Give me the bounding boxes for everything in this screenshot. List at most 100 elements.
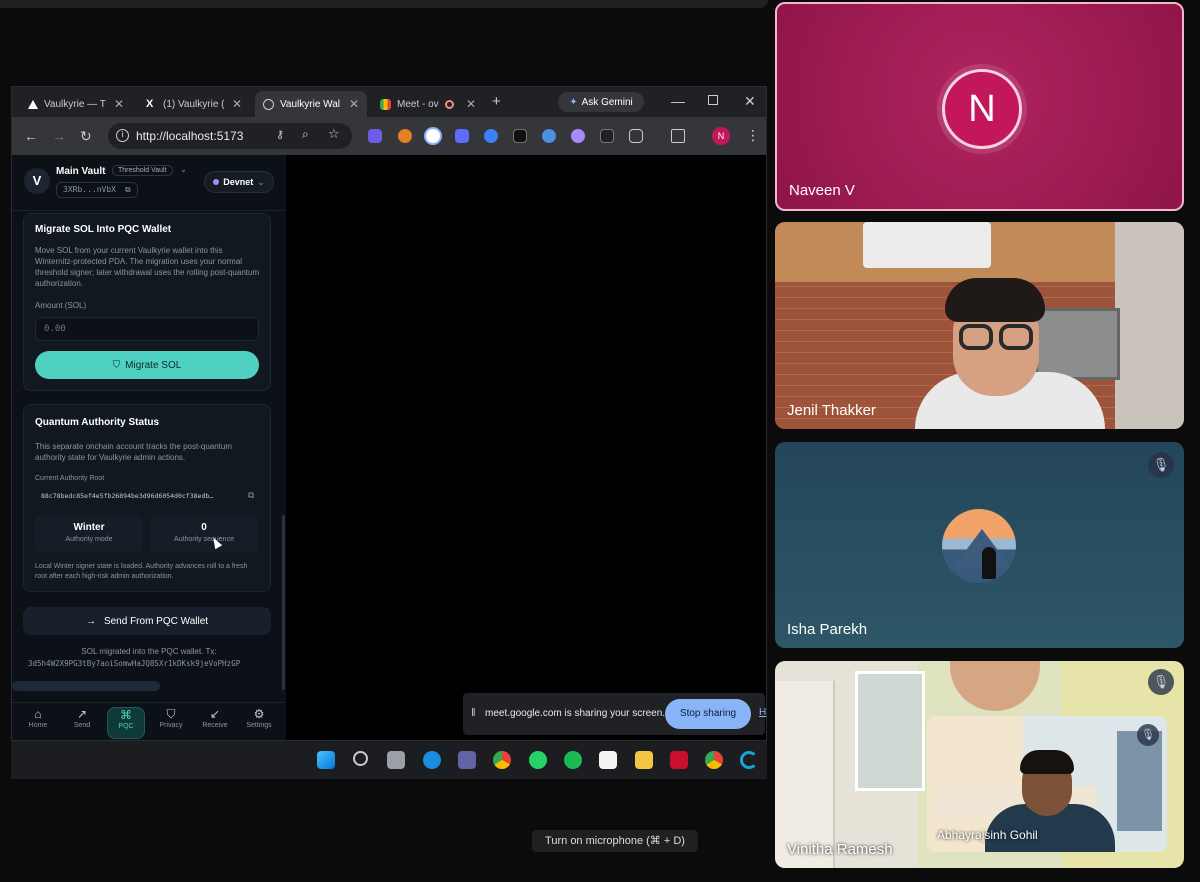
extension-icon[interactable]	[542, 129, 556, 143]
vault-name[interactable]: Main Vault	[56, 166, 105, 177]
close-icon[interactable]: ✕	[349, 97, 359, 111]
menu-dots-icon[interactable]: ⋮	[746, 127, 760, 144]
nav-pqc[interactable]: ⌘ PQC	[107, 707, 145, 739]
new-tab-button[interactable]: +	[492, 93, 501, 110]
chrome-icon[interactable]	[705, 751, 723, 769]
nav-privacy[interactable]: ⛉ Privacy	[152, 707, 190, 739]
air-conditioner	[863, 222, 991, 268]
extension-icon[interactable]	[571, 129, 585, 143]
teams-icon[interactable]	[458, 751, 476, 769]
extension-icon[interactable]	[455, 129, 469, 143]
windows-start-icon[interactable]	[317, 751, 335, 769]
forward-arrow-icon[interactable]: →	[52, 128, 66, 144]
authority-card: Quantum Authority Status This separate o…	[23, 404, 271, 592]
minimize-button[interactable]: —	[671, 93, 685, 109]
copy-icon[interactable]: ⧉	[125, 185, 131, 194]
extension-a-icon[interactable]	[368, 129, 382, 143]
send-arrow-icon: ↗	[76, 707, 88, 721]
extension-icon[interactable]	[513, 129, 527, 143]
nav-send[interactable]: ↗ Send	[63, 707, 101, 739]
split-view-icon[interactable]	[671, 129, 685, 143]
site-info-icon[interactable]: i	[116, 129, 129, 142]
task-view-icon[interactable]	[387, 751, 405, 769]
extension-icon[interactable]	[600, 129, 614, 143]
mcafee-icon[interactable]	[670, 751, 688, 769]
puzzle-extensions-icon[interactable]	[629, 129, 643, 143]
close-icon[interactable]: ✕	[114, 97, 124, 111]
participant-tile-isha[interactable]: 🎙 Isha Parekh	[775, 442, 1184, 648]
profile-avatar[interactable]: N	[712, 127, 730, 145]
nav-label: Settings	[246, 722, 272, 729]
copy-icon[interactable]: ⧉	[248, 490, 254, 501]
hide-button[interactable]: H	[759, 707, 766, 718]
glasses-left	[959, 324, 993, 350]
horizontal-scrollbar[interactable]	[12, 681, 160, 691]
maximize-button[interactable]	[708, 95, 718, 105]
whatsapp-icon[interactable]	[529, 751, 547, 769]
nav-settings[interactable]: ⚙ Settings	[240, 707, 278, 739]
tab-vaulkyrie-wallet[interactable]: Vaulkyrie Wal ✕	[255, 91, 367, 117]
tab-meet[interactable]: Meet - ov ✕	[372, 91, 484, 117]
nav-home[interactable]: ⌂ Home	[19, 707, 57, 739]
app-icon[interactable]	[740, 751, 758, 769]
nav-label: Receive	[202, 722, 228, 729]
chevron-down-icon[interactable]: ⌄	[180, 165, 187, 174]
authority-sequence-box: 0 Authority sequence	[149, 516, 259, 552]
tab-vaulkyrie-x[interactable]: X (1) Vaulkyrie ( ✕	[138, 91, 250, 117]
stop-sharing-button[interactable]: Stop sharing	[665, 699, 751, 729]
gear-icon: ⚙	[253, 707, 265, 721]
amount-input[interactable]	[35, 317, 259, 341]
vault-address: 3XRb...nVbX	[63, 185, 116, 194]
bookmark-star-icon[interactable]: ☆	[328, 126, 340, 142]
fox-extension-icon[interactable]	[398, 129, 412, 143]
network-selector[interactable]: Devnet ⌄	[204, 171, 274, 193]
back-arrow-icon[interactable]: ←	[24, 128, 38, 144]
nav-receive[interactable]: ↙ Receive	[196, 707, 234, 739]
meet-icon	[380, 98, 391, 110]
url-field[interactable]: i http://localhost:5173 ⚷ ⌕ ☆	[108, 123, 352, 149]
vault-address-chip[interactable]: 3XRb...nVbX ⧉	[56, 182, 138, 198]
ask-gemini-button[interactable]: ✦ Ask Gemini	[558, 92, 644, 112]
pause-icon[interactable]: ‖	[471, 707, 476, 719]
vaulkyrie-app: V Main Vault Threshold Vault ⌄ 3XRb...nV…	[12, 155, 286, 740]
participant-tile-jenil[interactable]: Jenil Thakker	[775, 222, 1184, 429]
close-window-button[interactable]: ✕	[744, 93, 756, 110]
office-window	[1117, 731, 1162, 831]
send-from-pqc-button[interactable]: → Send From PQC Wallet	[23, 607, 271, 635]
authority-root-label: Current Authority Root	[35, 475, 105, 482]
silhouette-shape	[982, 547, 996, 579]
chevron-down-icon: ⌄	[257, 176, 265, 187]
edge-icon[interactable]	[423, 751, 441, 769]
authority-note: Local Winter signer state is loaded. Aut…	[35, 563, 248, 580]
key-icon[interactable]: ⚷	[276, 128, 284, 141]
gemini-sparkle-icon: ✦	[569, 96, 578, 108]
spotify-icon[interactable]	[564, 751, 582, 769]
participant-tile-naveen[interactable]: N Naveen V	[775, 2, 1184, 211]
zoom-icon[interactable]: ⌕	[302, 127, 309, 142]
store-icon[interactable]	[599, 751, 617, 769]
reload-icon[interactable]: ↻	[80, 128, 92, 145]
extension-icon[interactable]	[484, 129, 498, 143]
search-icon[interactable]	[353, 751, 368, 766]
screen-share-bar: ‖ meet.google.com is sharing your screen…	[463, 693, 766, 735]
chrome-extension-icon[interactable]	[424, 127, 442, 145]
divider	[12, 210, 286, 211]
tab-vaulkyrie-t[interactable]: Vaulkyrie — T ✕	[20, 91, 132, 117]
participant-inset-abhayrajsinh[interactable]: 🎙 Abhayrajsinh Gohil	[927, 716, 1167, 852]
close-icon[interactable]: ✕	[232, 97, 242, 111]
vertical-scrollbar[interactable]	[282, 515, 285, 690]
avatar	[942, 509, 1016, 583]
participant-tile-vinitha[interactable]: 🎙 🎙 Abhayrajsinh Gohil Vinitha Ramesh	[775, 661, 1184, 868]
close-icon[interactable]: ✕	[466, 97, 476, 111]
authority-title: Quantum Authority Status	[35, 417, 160, 428]
room-window	[855, 671, 925, 791]
participant-name: Naveen V	[789, 182, 855, 199]
nav-label: Home	[28, 722, 48, 729]
page-content: V Main Vault Threshold Vault ⌄ 3XRb...nV…	[12, 155, 766, 740]
migrate-sol-button[interactable]: ⛉ Migrate SOL	[35, 351, 259, 379]
chrome-icon[interactable]	[493, 751, 511, 769]
person-hair	[1020, 750, 1074, 774]
migrate-sol-label: Migrate SOL	[125, 359, 182, 371]
file-explorer-icon[interactable]	[635, 751, 653, 769]
authority-mode-label: Authority mode	[65, 536, 113, 543]
